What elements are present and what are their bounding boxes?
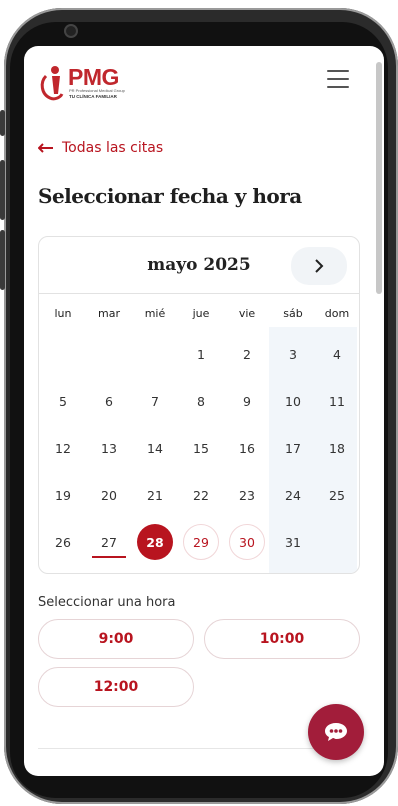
- calendar-day: 22: [193, 487, 209, 503]
- calendar-day: 2: [243, 346, 251, 362]
- next-month-button[interactable]: [291, 247, 347, 285]
- calendar-day-available[interactable]: 30: [229, 524, 265, 560]
- calendar-day: 25: [329, 487, 345, 503]
- weekday-header: mar: [98, 307, 120, 320]
- hamburger-icon-line: [327, 86, 349, 88]
- brand-tagline: TU CLÍNICA FAMILIAR: [69, 94, 117, 99]
- scrollbar[interactable]: [376, 62, 382, 294]
- page-title: Seleccionar fecha y hora: [38, 184, 302, 208]
- calendar-day: 6: [105, 393, 113, 409]
- calendar-day: 9: [243, 393, 251, 409]
- weekday-header: jue: [192, 307, 210, 320]
- calendar-day-available[interactable]: 29: [183, 524, 219, 560]
- chat-button[interactable]: [308, 704, 364, 760]
- arrow-left-icon: [38, 143, 53, 153]
- weekday-header: mié: [144, 307, 166, 320]
- phone-side-button: [0, 230, 5, 290]
- pmg-logo-icon: [40, 66, 64, 101]
- calendar-day: 26: [55, 534, 71, 550]
- camera-icon: [66, 26, 76, 36]
- calendar-day: 19: [55, 487, 71, 503]
- chat-bubble-icon: [325, 723, 347, 741]
- calendar-day: 18: [329, 440, 345, 456]
- back-link-label: Todas las citas: [62, 140, 164, 156]
- calendar-day: 12: [55, 440, 71, 456]
- hamburger-icon: [327, 70, 349, 72]
- calendar-day: 13: [101, 440, 117, 456]
- calendar-day-selected[interactable]: 28: [137, 524, 173, 560]
- brand-name: PMG: [68, 64, 119, 90]
- weekday-header: sáb: [283, 307, 303, 320]
- brand-subtitle: PR Professional Medical Group: [69, 88, 125, 93]
- calendar-day: 5: [59, 393, 67, 409]
- time-slot-button[interactable]: 9:00: [38, 619, 194, 659]
- calendar-day: 7: [151, 393, 159, 409]
- phone-side-button: [0, 110, 5, 136]
- section-divider: [38, 748, 354, 749]
- calendar-day: 11: [329, 393, 345, 409]
- chevron-right-icon: [315, 259, 324, 273]
- hamburger-icon-line: [327, 78, 349, 80]
- calendar-day: 20: [101, 487, 117, 503]
- time-slot-button[interactable]: 10:00: [204, 619, 360, 659]
- hamburger-menu-button[interactable]: [327, 70, 351, 88]
- app-screen: PMG PR Professional Medical Group TU CLÍ…: [24, 46, 384, 776]
- calendar-day: 17: [285, 440, 301, 456]
- calendar-day: 10: [285, 393, 301, 409]
- phone-side-button: [0, 160, 5, 220]
- calendar-day: 23: [239, 487, 255, 503]
- calendar-day: 31: [285, 534, 301, 550]
- calendar-day: 21: [147, 487, 163, 503]
- calendar-day: 14: [147, 440, 163, 456]
- calendar-day: 15: [193, 440, 209, 456]
- weekday-header: dom: [324, 307, 350, 320]
- time-section-label: Seleccionar una hora: [38, 595, 176, 610]
- time-slot-button[interactable]: 12:00: [38, 667, 194, 707]
- calendar-header: mayo 2025: [39, 237, 359, 294]
- brand-logo[interactable]: PMG PR Professional Medical Group TU CLÍ…: [38, 64, 138, 104]
- calendar-day-today: 27: [91, 524, 127, 560]
- calendar-day: 8: [197, 393, 205, 409]
- back-to-appointments-link[interactable]: Todas las citas: [38, 140, 163, 156]
- calendar-day: 16: [239, 440, 255, 456]
- weekday-header: lun: [54, 307, 72, 320]
- weekday-header: vie: [238, 307, 256, 320]
- date-calendar: mayo 2025 lun mar mié jue vie sáb dom 12345678…: [38, 236, 360, 574]
- calendar-day: 4: [333, 346, 341, 362]
- calendar-day: 1: [197, 346, 205, 362]
- calendar-day: 3: [289, 346, 297, 362]
- calendar-day: 24: [285, 487, 301, 503]
